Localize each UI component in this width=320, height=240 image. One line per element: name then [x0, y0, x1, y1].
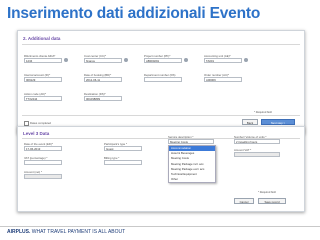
- footer-brand: AIRPLUS. WHAT TRAVEL PAYMENT IS ALL ABOU…: [7, 229, 125, 235]
- help-icon[interactable]: [124, 58, 128, 62]
- section-divider: [22, 44, 300, 45]
- accounting-unit-input[interactable]: TA001: [204, 58, 242, 63]
- next-step-button[interactable]: Next step >: [261, 119, 295, 125]
- required-field-note: * Required field: [254, 111, 272, 114]
- level-3-data-panel: Level 3 Data Date of the event (ED)* 17-…: [17, 126, 305, 212]
- project-number-input[interactable]: AB000291: [144, 58, 182, 63]
- back-button[interactable]: Back: [242, 119, 258, 125]
- amount-net-input[interactable]: [24, 174, 62, 179]
- additional-data-panel: 2. Additional data Riferimento cliente A…: [17, 30, 305, 134]
- billing-type-select[interactable]: [104, 160, 142, 165]
- internal-account-input[interactable]: 009129: [24, 77, 62, 82]
- footer-divider: [0, 226, 320, 227]
- dropdown-option[interactable]: Other: [169, 177, 215, 182]
- service-description-dropdown: Accommodation Hotel & Beverages Meeting …: [168, 145, 216, 184]
- booking-date-input[interactable]: 2012-06-11: [84, 77, 122, 82]
- service-description-select[interactable]: Meeting Costs: [168, 139, 214, 144]
- help-icon[interactable]: [64, 58, 68, 62]
- section-divider: [22, 115, 300, 116]
- department-number-input[interactable]: [144, 77, 182, 82]
- help-icon[interactable]: [244, 58, 248, 62]
- section-title-level-3: Level 3 Data: [23, 131, 50, 136]
- help-icon[interactable]: [184, 58, 188, 62]
- event-date-input[interactable]: 17-06-2013: [24, 146, 62, 151]
- cancel-button[interactable]: Cancel: [234, 198, 254, 204]
- cost-center-input[interactable]: finance: [84, 58, 122, 63]
- order-number-input[interactable]: A00009: [204, 77, 242, 82]
- save-record-button[interactable]: Save record: [258, 198, 286, 204]
- vat-percentage-input[interactable]: [24, 160, 62, 165]
- required-field-note: * Required field: [258, 191, 276, 194]
- destination-input[interactable]: 001098899: [84, 96, 122, 101]
- participant-type-select[interactable]: Guest: [104, 146, 142, 151]
- amount-vat-input[interactable]: [234, 152, 280, 157]
- brand-name: AIRPLUS.: [7, 229, 31, 235]
- brand-tagline: WHAT TRAVEL PAYMENT IS ALL ABOUT: [30, 229, 126, 235]
- action-code-input[interactable]: TT22444: [24, 96, 62, 101]
- units-input[interactable]: 2 travelling hours: [234, 139, 280, 144]
- aida-reference-input[interactable]: 1234: [24, 58, 62, 63]
- section-title-additional-data: 2. Additional data: [23, 36, 61, 41]
- slide-title: Inserimento dati addizionali Evento: [7, 5, 261, 22]
- checkbox-label: Dates completed: [30, 121, 51, 125]
